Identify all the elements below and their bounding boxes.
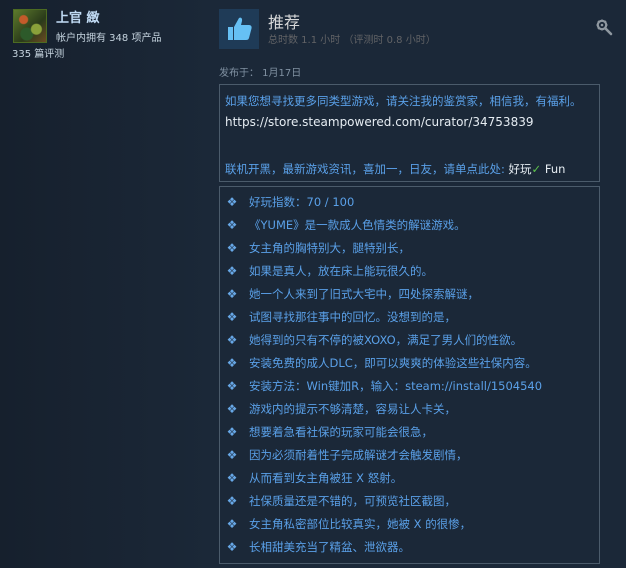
bullet-item: ❖ 想要着急看社保的玩家可能会很急， [225,423,433,441]
bullet-item: ❖ 好玩指数：70 / 100 [225,193,355,211]
bullet-item: ❖ 因为必须耐着性子完成解谜才会触发剧情， [225,446,468,464]
review-verdict[interactable]: 推荐 [268,9,300,33]
check-icon: ✓ [531,162,542,176]
bullet-item: ❖ 如果是真人，放在床上能玩很久的。 [225,262,433,280]
bullet-item: ❖ 安装免费的成人DLC，即可以爽爽的体验这些社保内容。 [225,354,537,372]
fun-link-suffix[interactable]: Fun [545,162,566,176]
bullet-text: 安装免费的成人DLC，即可以爽爽的体验这些社保内容。 [249,356,537,370]
bullet-text: 试图寻找那往事中的回忆。没想到的是， [249,310,456,324]
thumbs-up-glyph [228,17,252,40]
diamond-bullet-icon: ❖ [226,356,238,370]
fun-link-prefix: 联机开黑，最新游戏资讯，喜加一，日友，请单点此处: [225,162,505,176]
diamond-bullet-icon: ❖ [226,540,238,554]
bullet-item: ❖ 社保质量还是不错的，可预览社区截图， [225,492,456,510]
review-bullets-box: ❖ 好玩指数：70 / 100 ❖ 《YUME》是一款成人色情类的解谜游戏。 ❖ 女主角的… [219,186,600,564]
fun-link[interactable]: 好玩 [509,162,532,176]
bullet-text: 长相甜美充当了精盆、泄欲器。 [249,540,410,554]
bullet-text: 游戏内的提示不够清楚，容易让人卡关， [249,402,456,416]
bullet-text: 她得到的只有不停的被XOXO，满足了男人们的性欲。 [249,333,523,347]
bullet-item: ❖ 《YUME》是一款成人色情类的解谜游戏。 [225,216,466,234]
bullet-text: 安装方法：Win键加R，输入：steam://install/1504540 [249,379,543,393]
bullet-item: ❖ 女主角私密部位比较真实，她被 X 的很惨， [225,515,472,533]
bullet-item: ❖ 她得到的只有不停的被XOXO，满足了男人们的性欲。 [225,331,523,349]
diamond-bullet-icon: ❖ [226,218,238,232]
reviews-count[interactable]: 335 篇评测 [12,45,64,60]
review-intro-box: 如果您想寻找更多同类型游戏，请关注我的鉴赏家，相信我，有福利。 https://… [219,84,600,182]
diamond-bullet-icon: ❖ [226,471,238,485]
diamond-bullet-icon: ❖ [226,425,238,439]
diamond-bullet-icon: ❖ [226,264,238,278]
reviewer-profile: 上官 緻 帐户内拥有 348 项产品 335 篇评测 [0,0,212,568]
bullet-text: 女主角私密部位比较真实，她被 X 的很惨， [249,517,472,531]
bullet-text: 因为必须耐着性子完成解谜才会触发剧情， [249,448,468,462]
bullet-item: ❖ 她一个人来到了旧式大宅中，四处探索解谜， [225,285,479,303]
review-page: 上官 緻 帐户内拥有 348 项产品 335 篇评测 推荐 总时数 1.1 小时… [0,0,626,568]
diamond-bullet-icon: ❖ [226,517,238,531]
diamond-bullet-icon: ❖ [226,287,238,301]
bullet-text: 社保质量还是不错的，可预览社区截图， [249,494,456,508]
bullet-item: ❖ 女主角的胸特别大，腿特别长， [225,239,410,257]
username[interactable]: 上官 緻 [56,7,100,26]
posted-date: 发布于： 1月17日 [219,68,302,79]
playtime: 总时数 1.1 小时 （评测时 0.8 小时） [268,35,436,46]
diamond-bullet-icon: ❖ [226,494,238,508]
bullet-item: ❖ 安装方法：Win键加R，输入：steam://install/1504540 [225,377,542,395]
diamond-bullet-icon: ❖ [226,333,238,347]
fun-link-line: 联机开黑，最新游戏资讯，喜加一，日友，请单点此处: 好玩✓ Fun [225,161,565,177]
diamond-bullet-icon: ❖ [226,448,238,462]
gear-icon[interactable] [595,18,613,36]
bullet-item: ❖ 试图寻找那往事中的回忆。没想到的是， [225,308,456,326]
curator-invite-text: 如果您想寻找更多同类型游戏，请关注我的鉴赏家，相信我，有福利。 [225,94,582,108]
diamond-bullet-icon: ❖ [226,241,238,255]
diamond-bullet-icon: ❖ [226,310,238,324]
bullet-text: 她一个人来到了旧式大宅中，四处探索解谜， [249,287,479,301]
bullet-text: 《YUME》是一款成人色情类的解谜游戏。 [249,218,466,232]
diamond-bullet-icon: ❖ [226,195,238,209]
thumbs-up-icon [219,9,259,49]
bullet-text: 从而看到女主角被狂 X 怒射。 [249,471,403,485]
diamond-bullet-icon: ❖ [226,379,238,393]
bullet-item: ❖ 游戏内的提示不够清楚，容易让人卡关， [225,400,456,418]
avatar[interactable] [13,9,47,43]
owned-products-count[interactable]: 帐户内拥有 348 项产品 [56,29,161,44]
bullet-item: ❖ 长相甜美充当了精盆、泄欲器。 [225,538,410,556]
gear-glyph [596,19,613,36]
diamond-bullet-icon: ❖ [226,402,238,416]
bullet-text: 如果是真人，放在床上能玩很久的。 [249,264,433,278]
bullet-item: ❖ 从而看到女主角被狂 X 怒射。 [225,469,403,487]
bullet-text: 好玩指数：70 / 100 [249,195,355,209]
bullet-text: 想要着急看社保的玩家可能会很急， [249,425,433,439]
bullet-text: 女主角的胸特别大，腿特别长， [249,241,410,255]
curator-url[interactable]: https://store.steampowered.com/curator/3… [225,115,533,129]
